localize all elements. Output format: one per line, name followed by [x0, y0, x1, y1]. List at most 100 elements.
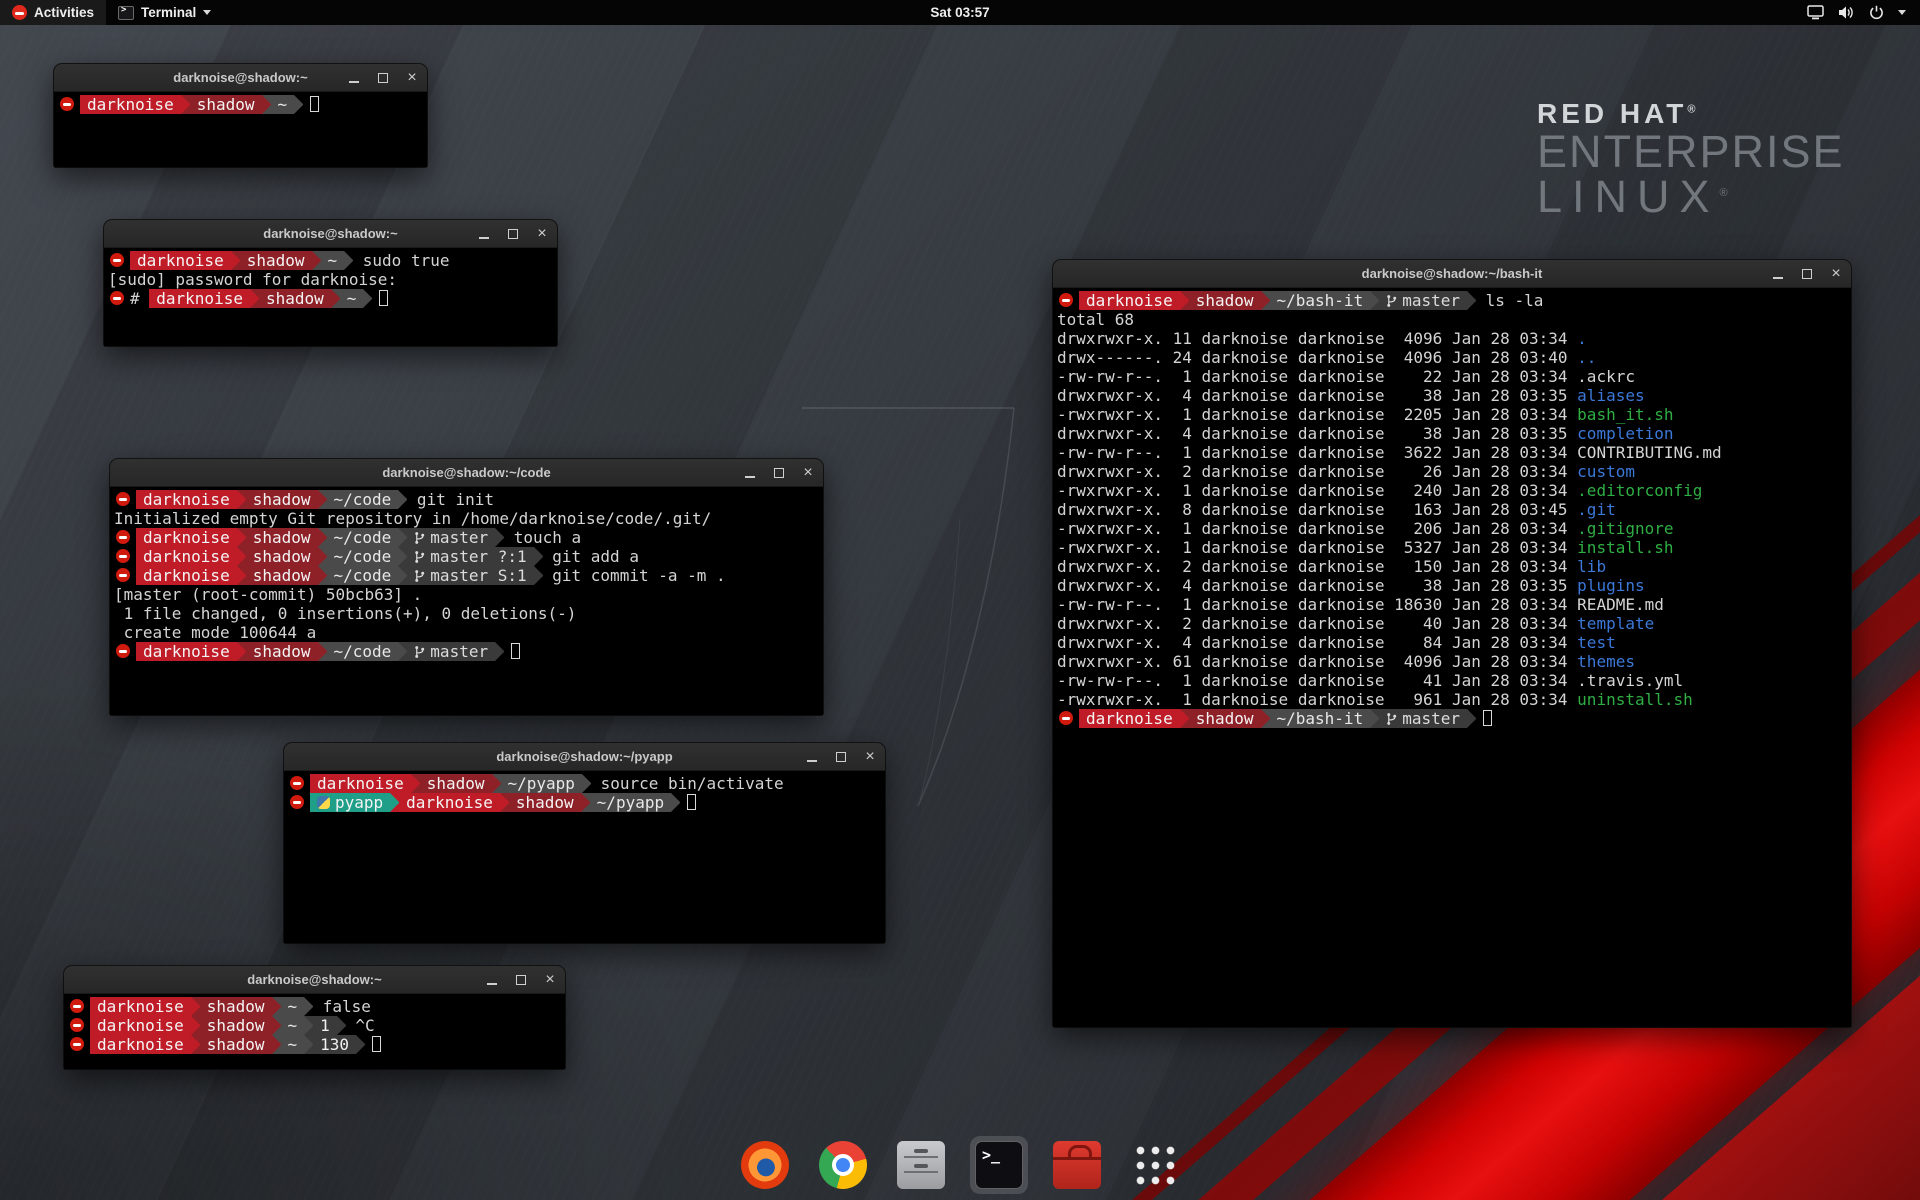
cursor-block: [310, 96, 319, 112]
minimize-button[interactable]: [743, 466, 757, 480]
activities-button[interactable]: Activities: [0, 0, 106, 25]
prompt-redhat-icon: [116, 492, 130, 506]
terminal-text: -rwxrwxr-x. 1 darknoise darknoise 240 Ja…: [1057, 481, 1577, 500]
prompt-segment-path: ~/code: [327, 490, 399, 509]
terminal-line: drwxrwxr-x. 2 darknoise darknoise 40 Jan…: [1057, 614, 1847, 633]
window-titlebar[interactable]: darknoise@shadow:~/code ×: [110, 459, 823, 487]
dir-name: lib: [1577, 557, 1606, 576]
terminal-content[interactable]: darknoiseshadow~/bash-itmaster ls -latot…: [1053, 288, 1851, 1027]
executable-name: bash_it.sh: [1577, 405, 1673, 424]
terminal-text: -rw-rw-r--. 1 darknoise darknoise 41 Jan…: [1057, 671, 1577, 690]
powerline-separator: [356, 1035, 365, 1054]
terminal-line: darknoiseshadow~/codemaster S:1 git comm…: [114, 566, 819, 585]
terminal-content[interactable]: darknoiseshadow~: [54, 92, 427, 167]
maximize-button[interactable]: [506, 227, 520, 241]
terminal-text: drwx------. 24 darknoise darknoise 4096 …: [1057, 348, 1577, 367]
terminal-line: -rwxrwxr-x. 1 darknoise darknoise 206 Ja…: [1057, 519, 1847, 538]
window-titlebar[interactable]: darknoise@shadow:~ ×: [64, 966, 565, 994]
dock-item-terminal[interactable]: [970, 1136, 1028, 1194]
maximize-button[interactable]: [514, 973, 528, 987]
powerline-separator: [534, 547, 543, 566]
terminal-content[interactable]: darknoiseshadow~/code git initInitialize…: [110, 487, 823, 715]
dock-item-app-grid[interactable]: [1126, 1136, 1184, 1194]
powerline-separator: [1467, 709, 1476, 728]
terminal-text: source bin/activate: [591, 774, 784, 793]
prompt-segment-path: ~: [321, 251, 345, 270]
window-titlebar[interactable]: darknoise@shadow:~ ×: [54, 64, 427, 92]
window-titlebar[interactable]: darknoise@shadow:~/bash-it ×: [1053, 260, 1851, 288]
prompt-segment-path: ~/code: [327, 547, 399, 566]
terminal-line: drwxrwxr-x. 4 darknoise darknoise 84 Jan…: [1057, 633, 1847, 652]
terminal-text: drwxrwxr-x. 4 darknoise darknoise 38 Jan…: [1057, 424, 1577, 443]
activities-label: Activities: [34, 5, 94, 20]
terminal-text: .travis.yml: [1577, 671, 1683, 690]
terminal-line: drwxrwxr-x. 2 darknoise darknoise 150 Ja…: [1057, 557, 1847, 576]
terminal-line: darknoiseshadow~/codemaster ?:1 git add …: [114, 547, 819, 566]
maximize-button[interactable]: [772, 466, 786, 480]
maximize-button[interactable]: [1800, 267, 1814, 281]
maximize-button[interactable]: [376, 71, 390, 85]
terminal-line: -rw-rw-r--. 1 darknoise darknoise 18630 …: [1057, 595, 1847, 614]
minimize-button[interactable]: [805, 750, 819, 764]
minimize-button[interactable]: [477, 227, 491, 241]
terminal-window: darknoise@shadow:~ × darknoiseshadow~ fa…: [64, 966, 565, 1069]
minimize-button[interactable]: [1771, 267, 1785, 281]
terminal-line: darknoiseshadow~ false: [68, 997, 561, 1016]
app-menu-terminal[interactable]: Terminal: [106, 0, 223, 25]
dock-item-firefox[interactable]: [736, 1136, 794, 1194]
close-button[interactable]: ×: [543, 973, 557, 987]
window-titlebar[interactable]: darknoise@shadow:~/pyapp ×: [284, 743, 885, 771]
powerline-separator: [272, 1035, 281, 1054]
rhel-branding: RED HAT® ENTERPRISE LINUX®: [1537, 100, 1845, 220]
prompt-segment-host: shadow: [200, 1035, 272, 1054]
close-button[interactable]: ×: [1829, 267, 1843, 281]
prompt-segment-git: master S:1: [407, 566, 533, 585]
close-button[interactable]: ×: [863, 750, 877, 764]
prompt-segment-host: shadow: [259, 289, 331, 308]
terminal-line: drwxrwxr-x. 4 darknoise darknoise 38 Jan…: [1057, 576, 1847, 595]
git-branch-icon: [414, 550, 425, 564]
window-titlebar[interactable]: darknoise@shadow:~ ×: [104, 220, 557, 248]
powerline-separator: [582, 774, 591, 793]
dock-item-files[interactable]: [892, 1136, 950, 1194]
dock-item-toolbox[interactable]: [1048, 1136, 1106, 1194]
terminal-text: drwxrwxr-x. 61 darknoise darknoise 4096 …: [1057, 652, 1577, 671]
minimize-button[interactable]: [347, 71, 361, 85]
terminal-content[interactable]: darknoiseshadow~ sudo true[sudo] passwor…: [104, 248, 557, 346]
prompt-segment-path: ~: [281, 1016, 305, 1035]
maximize-button[interactable]: [834, 750, 848, 764]
cursor-block: [372, 1036, 381, 1052]
terminal-line: darknoiseshadow~/code git init: [114, 490, 819, 509]
powerline-separator: [398, 566, 407, 585]
terminal-line: total 68: [1057, 310, 1847, 329]
terminal-text: -rw-rw-r--. 1 darknoise darknoise 18630 …: [1057, 595, 1577, 614]
minimize-button[interactable]: [485, 973, 499, 987]
cursor-block: [687, 794, 696, 810]
terminal-content[interactable]: darknoiseshadow~ falsedarknoiseshadow~1 …: [64, 994, 565, 1069]
terminal-line: -rw-rw-r--. 1 darknoise darknoise 3622 J…: [1057, 443, 1847, 462]
terminal-line: drwxrwxr-x. 61 darknoise darknoise 4096 …: [1057, 652, 1847, 671]
terminal-line: drwxrwxr-x. 11 darknoise darknoise 4096 …: [1057, 329, 1847, 348]
prompt-redhat-icon: [70, 999, 84, 1013]
close-button[interactable]: ×: [405, 71, 419, 85]
prompt-segment-user: darknoise: [1079, 291, 1180, 310]
window-title: darknoise@shadow:~/bash-it: [1362, 266, 1543, 281]
clock[interactable]: Sat 03:57: [930, 5, 989, 20]
close-button[interactable]: ×: [535, 227, 549, 241]
terminal-content[interactable]: darknoiseshadow~/pyapp source bin/activa…: [284, 771, 885, 943]
dock-item-chrome[interactable]: [814, 1136, 872, 1194]
terminal-line: pyappdarknoiseshadow~/pyapp: [288, 793, 881, 812]
cursor-block: [1483, 710, 1492, 726]
system-status-area[interactable]: [1807, 0, 1920, 25]
prompt-segment-path: ~: [281, 997, 305, 1016]
powerline-separator: [398, 547, 407, 566]
terminal-text: drwxrwxr-x. 8 darknoise darknoise 163 Ja…: [1057, 500, 1577, 519]
terminal-text: -rwxrwxr-x. 1 darknoise darknoise 2205 J…: [1057, 405, 1577, 424]
power-icon: [1869, 5, 1884, 20]
powerline-separator: [318, 566, 327, 585]
prompt-redhat-icon: [70, 1018, 84, 1032]
close-button[interactable]: ×: [801, 466, 815, 480]
terminal-text: drwxrwxr-x. 11 darknoise darknoise 4096 …: [1057, 329, 1577, 348]
prompt-segment-host: shadow: [190, 95, 262, 114]
terminal-line: darknoiseshadow~130: [68, 1035, 561, 1054]
